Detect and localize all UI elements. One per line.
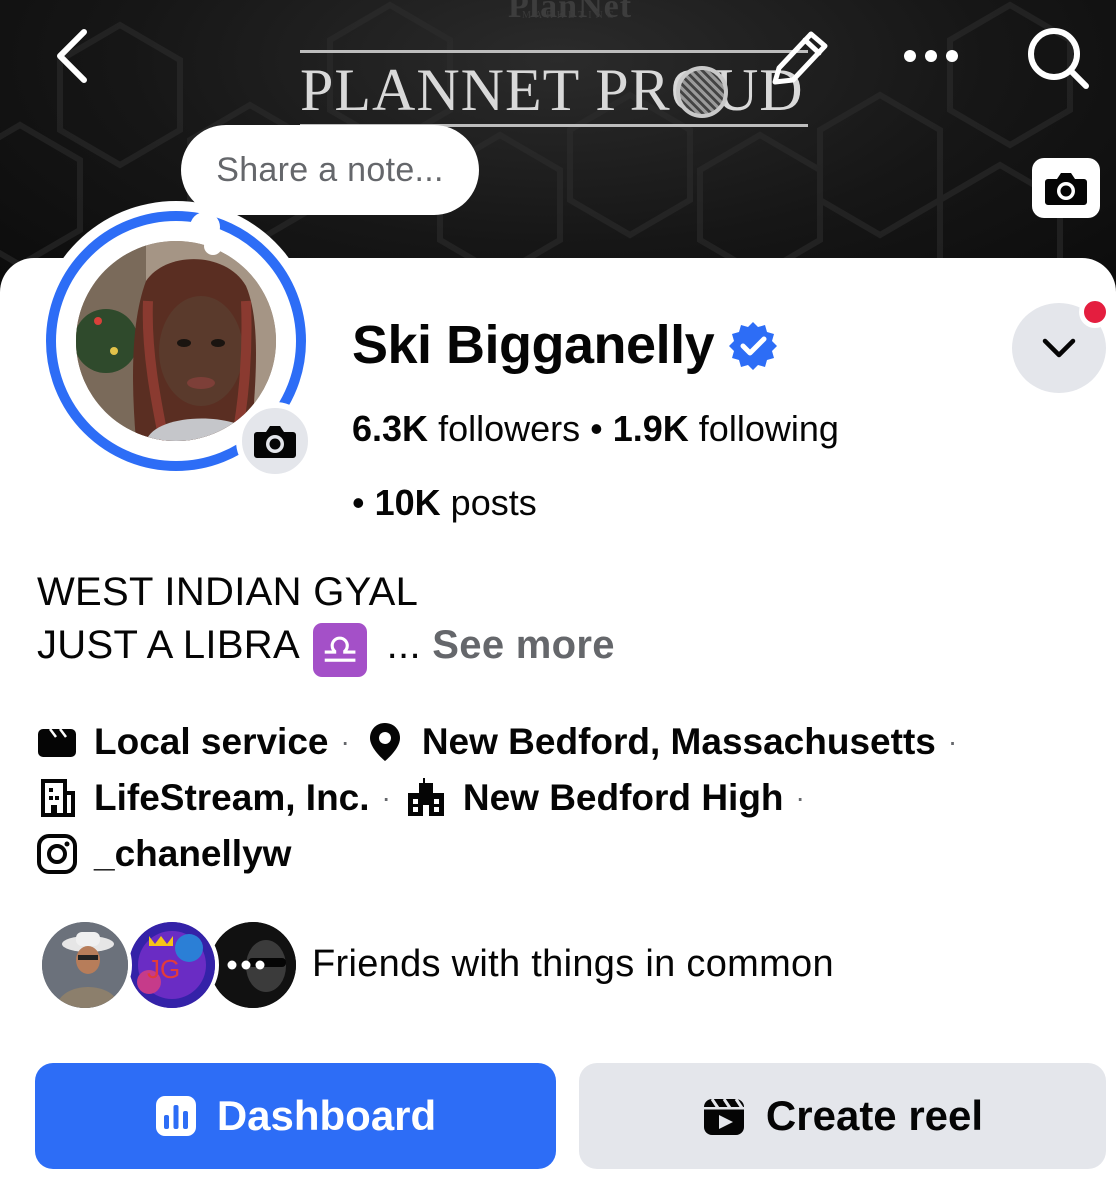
bio-line-2: JUST A LIBRA ♎ ... See more [37, 619, 615, 677]
school-icon [407, 778, 444, 816]
following-count: 1.9K [612, 408, 689, 449]
bio-ellipsis: ... [386, 623, 421, 667]
details-row-2: LifeStream, Inc. · New Bedford High · [36, 770, 971, 826]
bio-line-1: WEST INDIAN GYAL [37, 570, 419, 614]
cover-brand-main: PLANNET PROUD [300, 57, 804, 123]
friend-avatar[interactable]: JG [125, 918, 219, 1012]
camera-icon [1045, 173, 1087, 205]
dashboard-button[interactable]: Dashboard [35, 1063, 556, 1169]
dashboard-label: Dashboard [216, 1092, 437, 1139]
create-reel-button[interactable]: Create reel [579, 1063, 1106, 1169]
search-button[interactable] [1024, 24, 1092, 92]
profile-name: Ski Bigganelly [352, 315, 715, 375]
friend-avatar-image: JG [129, 922, 215, 1008]
followers-label: followers [438, 408, 581, 449]
bio-line-2-text: JUST A LIBRA [37, 623, 298, 667]
friend-avatar-image [210, 922, 296, 1008]
details-row-1: Local service · New Bedford, Massachuset… [36, 714, 971, 770]
followers-count: 6.3K [352, 408, 429, 449]
verified-badge-icon [729, 322, 778, 370]
details-separator: · [795, 782, 805, 813]
share-note-bubble[interactable]: Share a note... [181, 125, 479, 215]
avatar-photo [76, 241, 276, 441]
work-building-icon [41, 779, 75, 817]
details-separator: · [947, 726, 958, 757]
following-link[interactable]: 1.9K following [613, 408, 839, 449]
notification-dot [1079, 296, 1111, 328]
edit-cover-photo-button[interactable] [1032, 158, 1100, 218]
posts-count: 10K [374, 482, 441, 523]
school-text[interactable]: New Bedford High [463, 777, 784, 819]
chevron-down-icon [1042, 338, 1076, 358]
profile-details: Local service · New Bedford, Massachuset… [36, 714, 971, 882]
cover-divider [300, 50, 808, 53]
profile-bio: WEST INDIAN GYAL JUST A LIBRA ♎ ... See … [37, 566, 615, 677]
see-more-link[interactable]: See more [432, 623, 615, 667]
avatar-image [76, 241, 276, 441]
camera-icon [254, 426, 296, 458]
profile-name-row: Ski Bigganelly [352, 314, 778, 376]
details-row-3: _chanellyw [36, 826, 971, 882]
pencil-icon [772, 31, 828, 85]
reel-icon [703, 1098, 744, 1135]
cover-seal-logo [676, 66, 728, 118]
profile-stats-posts: • 10K posts [352, 482, 537, 524]
dashboard-chart-icon [155, 1096, 196, 1136]
edit-button[interactable] [765, 24, 835, 88]
cover-brand-sub: MARKETING [522, 10, 618, 21]
friend-avatar[interactable] [38, 918, 132, 1012]
profile-stats: 6.3K followers • 1.9K following [352, 408, 839, 450]
posts-label: posts [450, 482, 537, 523]
stats-separator: • [352, 482, 365, 523]
location-text[interactable]: New Bedford, Massachusetts [422, 721, 936, 763]
instagram-icon [37, 834, 77, 874]
svg-text:JG: JG [147, 954, 180, 984]
followers-link[interactable]: 6.3K followers [352, 408, 580, 449]
instagram-link[interactable]: _chanellyw [94, 833, 291, 875]
note-bubble-tail [204, 237, 222, 255]
ellipsis-icon [904, 50, 958, 62]
friend-avatar-image [42, 922, 128, 1008]
stats-separator: • [590, 408, 603, 449]
following-label: following [698, 408, 839, 449]
work-text[interactable]: LifeStream, Inc. [94, 777, 370, 819]
posts-link[interactable]: 10K posts [375, 482, 537, 523]
edit-profile-photo-button[interactable] [236, 402, 314, 480]
details-separator: · [381, 782, 391, 813]
category-text[interactable]: Local service [94, 721, 328, 763]
friend-avatar-more[interactable] [206, 918, 300, 1012]
details-separator: · [340, 726, 350, 757]
location-pin-icon [369, 723, 400, 761]
chevron-left-icon [57, 29, 87, 83]
back-button[interactable] [48, 24, 108, 88]
create-reel-label: Create reel [765, 1092, 984, 1139]
category-icon [38, 728, 76, 757]
search-icon [1028, 28, 1089, 89]
friends-in-common-link[interactable]: Friends with things in common [312, 943, 834, 986]
libra-emoji-icon: ♎ [313, 623, 368, 677]
more-options-button[interactable] [898, 38, 964, 74]
